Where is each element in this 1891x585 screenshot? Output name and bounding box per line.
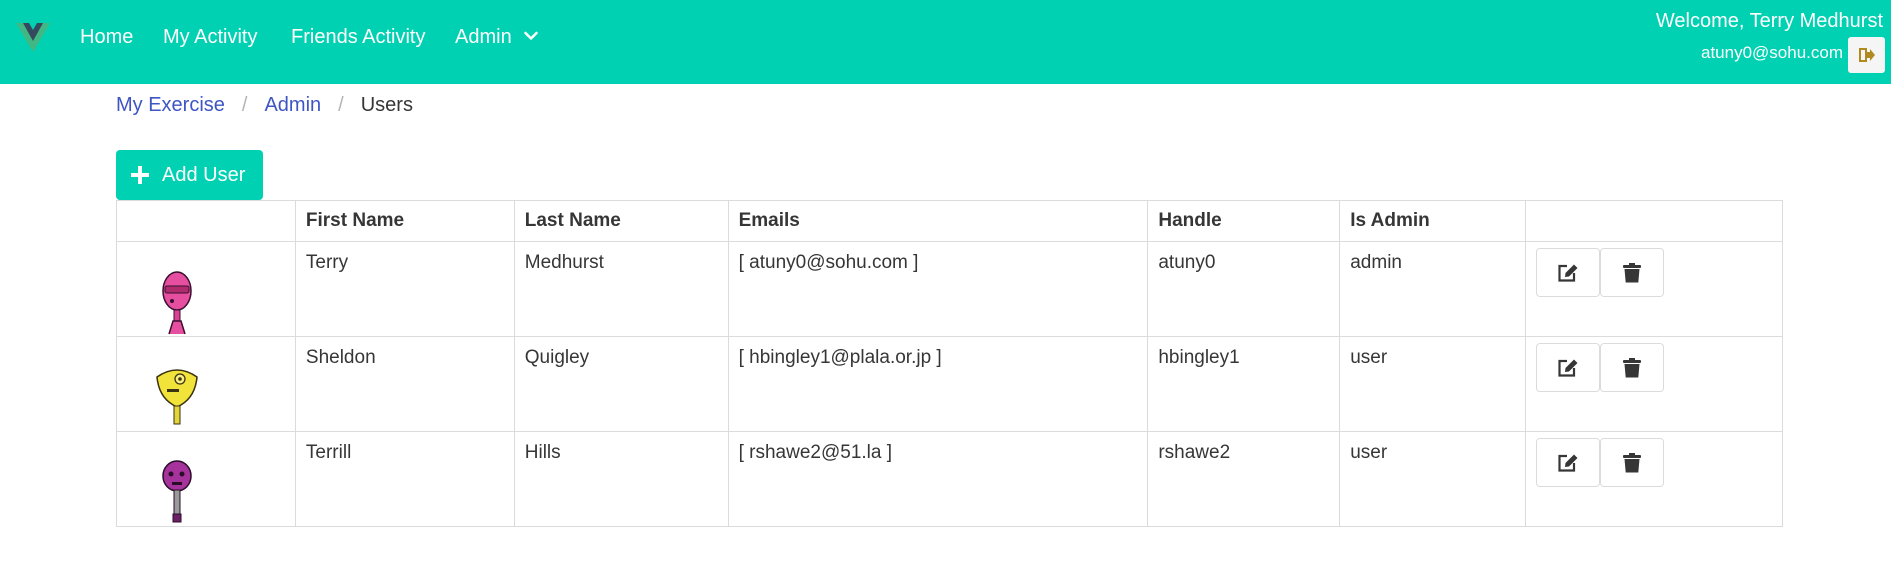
logout-button[interactable] [1848, 37, 1885, 73]
nav-admin-label: Admin [455, 26, 512, 48]
edit-user-button[interactable] [1536, 438, 1601, 487]
handle-cell: hbingley1 [1147, 336, 1341, 432]
first-name-cell: Terrill [294, 431, 515, 527]
emails-cell: [ rshawe2@51.la ] [727, 431, 1149, 527]
first-name-cell: Sheldon [294, 336, 515, 432]
breadcrumb-separator: / [241, 94, 248, 116]
breadcrumb-users: Users [360, 94, 413, 116]
nav-my-activity-link[interactable]: My Activity [163, 26, 257, 49]
first-name-cell: Terry [294, 241, 515, 337]
last-name-cell: Quigley [513, 336, 729, 432]
table-row: Terry Medhurst [ atuny0@sohu.com ] atuny… [116, 241, 1783, 337]
role-cell: admin [1339, 241, 1527, 337]
header-emails: Emails [727, 200, 1149, 242]
last-name-cell: Medhurst [513, 241, 729, 337]
trash-icon [1623, 357, 1642, 377]
edit-icon [1558, 264, 1578, 282]
edit-icon [1558, 359, 1578, 377]
edit-user-button[interactable] [1536, 248, 1601, 297]
header-handle: Handle [1147, 200, 1341, 242]
emails-cell: [ atuny0@sohu.com ] [727, 241, 1149, 337]
header-avatar [116, 200, 296, 242]
row-actions [1536, 248, 1772, 297]
handle-cell: atuny0 [1147, 241, 1341, 337]
header-last-name: Last Name [513, 200, 729, 242]
user-email: atuny0@sohu.com [1700, 43, 1843, 62]
actions-cell [1525, 241, 1783, 337]
sign-out-icon [1858, 48, 1875, 62]
row-actions [1536, 343, 1772, 392]
welcome-message: Welcome, Terry Medhurst [1655, 10, 1883, 32]
header-first-name: First Name [294, 200, 515, 242]
vue-logo-icon[interactable] [16, 20, 50, 54]
breadcrumb-separator: / [338, 94, 344, 116]
role-cell: user [1339, 431, 1527, 527]
plus-icon [131, 166, 149, 184]
trash-icon [1623, 262, 1642, 282]
header-actions [1525, 200, 1783, 242]
add-user-label: Add User [162, 163, 246, 186]
nav-friends-activity-link[interactable]: Friends Activity [291, 26, 425, 49]
users-table: First Name Last Name Emails Handle Is Ad… [116, 200, 1783, 527]
actions-cell [1525, 336, 1783, 432]
avatar-cell [116, 336, 296, 432]
avatar-cell [116, 431, 296, 527]
row-actions [1536, 438, 1772, 487]
nav-home-link[interactable]: Home [80, 26, 133, 49]
delete-user-button[interactable] [1600, 343, 1665, 392]
avatar [156, 369, 198, 425]
delete-user-button[interactable] [1600, 438, 1665, 487]
table-row: Terrill Hills [ rshawe2@51.la ] rshawe2 … [116, 431, 1783, 527]
handle-cell: rshawe2 [1147, 431, 1341, 527]
table-header-row: First Name Last Name Emails Handle Is Ad… [116, 200, 1783, 242]
edit-icon [1558, 454, 1578, 472]
header-is-admin: Is Admin [1339, 200, 1527, 242]
chevron-down-icon [523, 31, 538, 40]
add-user-button[interactable]: Add User [116, 150, 263, 200]
table-row: Sheldon Quigley [ hbingley1@plala.or.jp … [116, 336, 1783, 432]
trash-icon [1623, 452, 1642, 472]
edit-user-button[interactable] [1536, 343, 1601, 392]
breadcrumb: My Exercise / Admin / Users [116, 94, 413, 117]
last-name-cell: Hills [513, 431, 729, 527]
role-cell: user [1339, 336, 1527, 432]
avatar [162, 271, 192, 335]
nav-admin-dropdown[interactable]: Admin [455, 26, 538, 49]
actions-cell [1525, 431, 1783, 527]
avatar-cell [116, 241, 296, 337]
breadcrumb-my-exercise[interactable]: My Exercise [116, 94, 225, 117]
breadcrumb-admin[interactable]: Admin [264, 94, 321, 117]
avatar [162, 460, 192, 523]
delete-user-button[interactable] [1600, 248, 1665, 297]
top-navbar: Home My Activity Friends Activity Admin … [0, 0, 1891, 84]
emails-cell: [ hbingley1@plala.or.jp ] [727, 336, 1149, 432]
